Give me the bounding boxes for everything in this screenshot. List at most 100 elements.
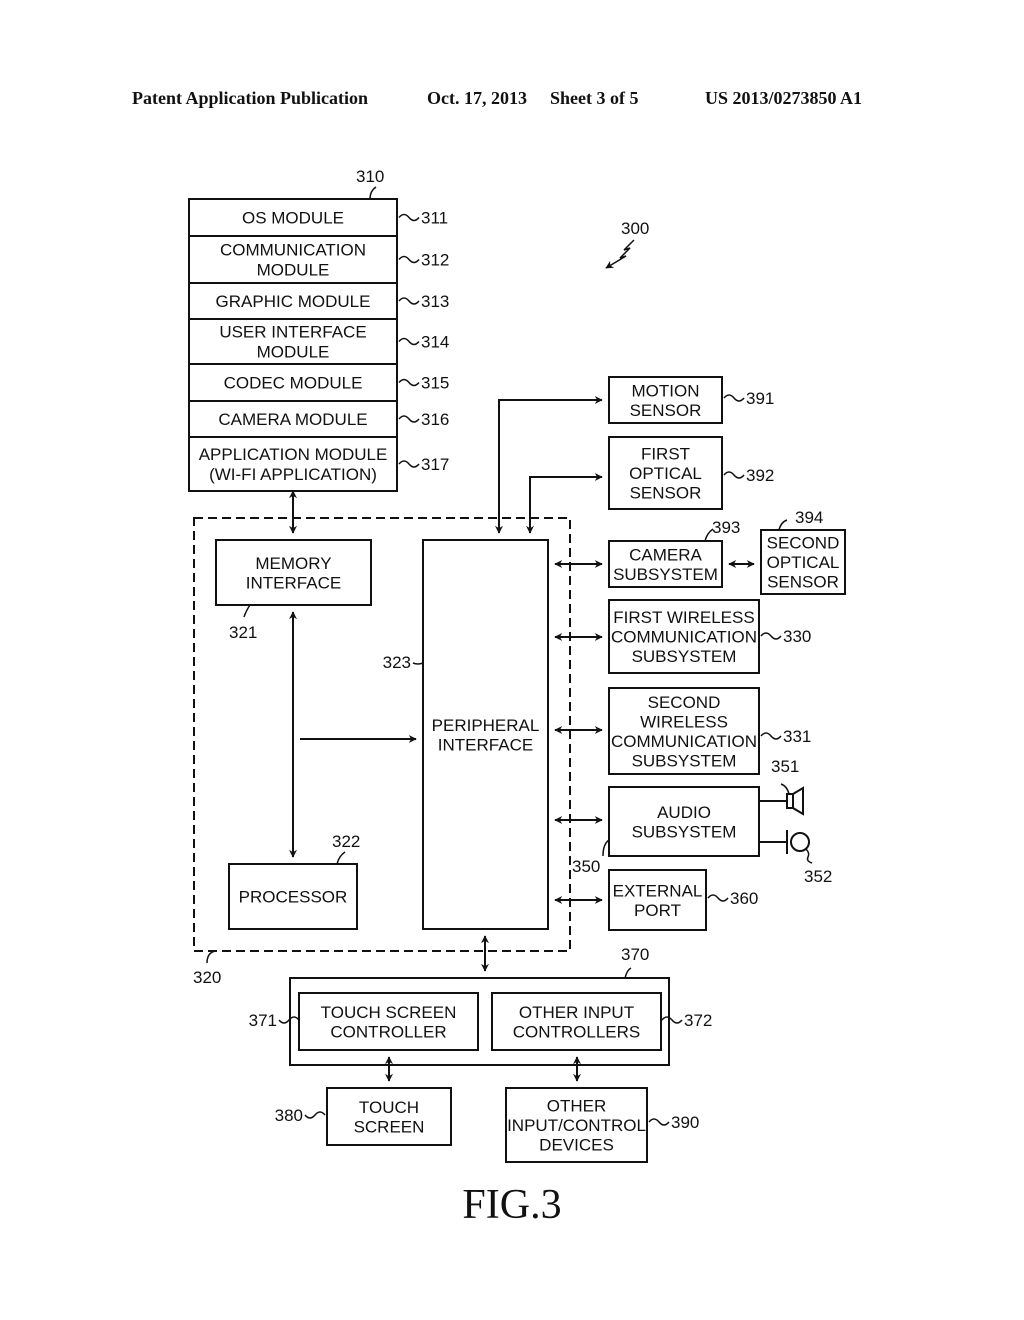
audio-subsystem-block: AUDIOSUBSYSTEM: [608, 786, 760, 857]
camera-subsystem-block-label: CAMERA: [629, 545, 702, 564]
memory-interface-block-label: INTERFACE: [246, 573, 341, 592]
module-ref: 312: [421, 251, 449, 270]
figure-caption: FIG.3: [462, 1182, 561, 1228]
second-wireless-block-label: WIRELESS: [640, 712, 728, 731]
motion-sensor-block: MOTIONSENSOR: [608, 376, 723, 424]
second-optical-sensor-block-label: SECOND: [767, 534, 840, 553]
module-ref-leader: [398, 297, 420, 305]
motion-sensor-arrow: [495, 396, 603, 534]
motion-sensor-ref-leader: [723, 394, 745, 402]
controller-ref-leader: [206, 950, 216, 964]
module-ref-leader: [398, 460, 420, 468]
second-wireless-ref-leader: [760, 732, 782, 740]
module-label: APPLICATION MODULE: [199, 445, 388, 464]
second-wireless-block-label: COMMUNICATION: [611, 732, 757, 751]
other-devices-ref: 390: [671, 1113, 699, 1132]
motion-sensor-block-label: SENSOR: [630, 401, 702, 420]
second-wireless-block-label: SECOND: [648, 693, 721, 712]
module-ref-leader: [398, 337, 420, 346]
other-input-controllers-block: OTHER INPUTCONTROLLERS: [491, 992, 662, 1051]
memory-interface-block: MEMORYINTERFACE: [215, 539, 372, 606]
memory-interface-ref-leader: [243, 604, 251, 618]
first-optical-sensor-ref-leader: [723, 471, 745, 479]
stack-ref: 310: [356, 167, 384, 186]
first-wireless-block-label: SUBSYSTEM: [632, 647, 737, 666]
second-optical-sensor-block: SECONDOPTICALSENSOR: [760, 529, 846, 595]
first-wireless-block-label: COMMUNICATION: [611, 628, 757, 647]
memory-interface-block-label: MEMORY: [255, 554, 331, 573]
second-wireless-block-label: SUBSYSTEM: [632, 751, 737, 770]
microphone-ref-leader: [805, 848, 813, 864]
touch-screen-block-label: TOUCH: [359, 1098, 419, 1117]
microphone-ref: 352: [804, 867, 832, 886]
touch-screen-block: TOUCHSCREEN: [326, 1087, 452, 1146]
first-optical-sensor-ref: 392: [746, 466, 774, 485]
audio-subsystem-ref: 350: [572, 857, 600, 876]
processor-block-label: PROCESSOR: [239, 888, 348, 907]
module-ref: 315: [421, 374, 449, 393]
peripheral-interface-block-label: INTERFACE: [438, 735, 533, 754]
first-optical-sensor-block-label: FIRST: [641, 445, 690, 464]
module-label: MODULE: [257, 343, 330, 362]
module-ref-leader: [398, 415, 420, 423]
other-devices-block-label: OTHER: [547, 1097, 607, 1116]
block-diagram: OS MODULE 311COMMUNICATIONMODULE312GRAPHI…: [188, 167, 846, 1228]
peripheral-ref: 323: [383, 653, 411, 672]
module-ref: 316: [421, 410, 449, 429]
audio-subsystem-block-label: AUDIO: [657, 803, 711, 822]
module-label: USER INTERFACE: [219, 323, 366, 342]
module-label: (WI-FI APPLICATION): [209, 465, 377, 484]
touch-screen-controller-block: TOUCH SCREENCONTROLLER: [298, 992, 479, 1051]
first-wireless-block: FIRST WIRELESSCOMMUNICATIONSUBSYSTEM: [608, 599, 760, 674]
other-input-controllers-ref: 372: [684, 1011, 712, 1030]
second-wireless-ref: 331: [783, 727, 811, 746]
first-optical-sensor-block-label: OPTICAL: [629, 464, 702, 483]
second-wireless-block: SECONDWIRELESSCOMMUNICATIONSUBSYSTEM: [608, 687, 760, 775]
other-devices-block-label: DEVICES: [539, 1136, 614, 1155]
motion-sensor-block-label: MOTION: [632, 381, 700, 400]
module-ref: 313: [421, 292, 449, 311]
second-optical-ref-leader: [778, 519, 788, 531]
other-input-controllers-block-label: CONTROLLERS: [513, 1022, 641, 1041]
camera-subsystem-ref: 393: [712, 518, 740, 537]
touch-screen-controller-block-label: CONTROLLER: [330, 1022, 446, 1041]
audio-subsystem-block-label: SUBSYSTEM: [632, 822, 737, 841]
module-label: COMMUNICATION: [220, 241, 366, 260]
touch-screen-block-label: SCREEN: [354, 1117, 425, 1136]
first-wireless-ref-leader: [760, 632, 782, 640]
system-ref-arrow: [605, 239, 635, 269]
external-port-block-label: PORT: [634, 901, 681, 920]
second-optical-sensor-block-label: OPTICAL: [767, 553, 840, 572]
other-devices-block: OTHERINPUT/CONTROLDEVICES: [505, 1087, 648, 1163]
first-wireless-ref: 330: [783, 627, 811, 646]
second-optical-sensor-ref: 394: [795, 508, 823, 527]
speaker-cone-icon: [792, 786, 804, 816]
camera-subsystem-block: CAMERASUBSYSTEM: [608, 540, 723, 588]
module-ref: 317: [421, 455, 449, 474]
speaker-ref: 351: [771, 757, 799, 776]
first-optical-arrow: [526, 473, 603, 534]
module-ref: 311: [421, 209, 448, 228]
touch-screen-ref: 380: [275, 1106, 303, 1125]
module-label: MODULE: [257, 261, 330, 280]
microphone-head-icon: [790, 832, 810, 852]
touch-screen-controller-ref: 371: [249, 1011, 277, 1030]
touch-screen-controller-block-label: TOUCH SCREEN: [321, 1003, 457, 1022]
module-label: GRAPHIC MODULE: [216, 292, 371, 311]
external-port-ref-leader: [707, 894, 729, 902]
first-wireless-block-label: FIRST WIRELESS: [613, 608, 754, 627]
module-ref-leader: [398, 213, 420, 222]
camera-subsystem-block-label: SUBSYSTEM: [613, 565, 718, 584]
peripheral-ref-leader: [412, 662, 424, 665]
processor-ref: 322: [332, 832, 360, 851]
module-ref: 314: [421, 333, 449, 352]
module-label: OS MODULE: [242, 209, 344, 228]
motion-sensor-ref: 391: [746, 389, 774, 408]
io-ref-leader: [624, 967, 632, 979]
peripheral-interface-block-label: PERIPHERAL: [432, 716, 540, 735]
module-label: CAMERA MODULE: [218, 410, 367, 429]
external-port-ref: 360: [730, 889, 758, 908]
peripheral-interface-block: PERIPHERALINTERFACE: [422, 539, 549, 930]
second-optical-sensor-block-label: SENSOR: [767, 573, 839, 592]
speaker-ref-leader: [780, 783, 790, 795]
